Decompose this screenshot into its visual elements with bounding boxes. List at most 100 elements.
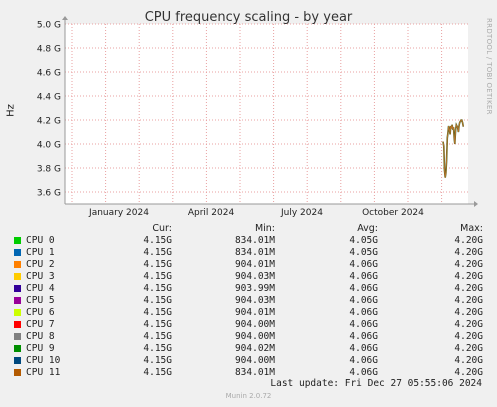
legend-min-value: 903.99M xyxy=(234,283,275,294)
y-tick-label: 4.6 G xyxy=(37,69,61,79)
legend-row: CPU 6 4.15G 904.01M 4.06G 4.20G xyxy=(0,307,497,319)
legend-max-value: 4.20G xyxy=(454,355,483,366)
legend-cur-value: 4.15G xyxy=(143,331,172,342)
legend-swatch xyxy=(14,261,21,268)
y-tick-label: 3.8 G xyxy=(37,165,61,175)
legend-label: CPU 3 xyxy=(26,271,55,282)
legend-max-value: 4.20G xyxy=(454,283,483,294)
legend-avg-value: 4.06G xyxy=(349,283,378,294)
legend-swatch xyxy=(14,357,21,364)
legend-header-avg: Avg: xyxy=(357,223,378,234)
legend-label: CPU 9 xyxy=(26,343,55,354)
y-tick-label: 4.8 G xyxy=(37,45,61,55)
legend-swatch xyxy=(14,273,21,280)
y-tick-label: 3.6 G xyxy=(37,189,61,199)
legend-label: CPU 6 xyxy=(26,307,55,318)
legend-avg-value: 4.06G xyxy=(349,295,378,306)
legend-cur-value: 4.15G xyxy=(143,343,172,354)
y-axis-ticks: 3.6 G3.8 G4.0 G4.2 G4.4 G4.6 G4.8 G5.0 G xyxy=(37,21,61,199)
legend-swatch xyxy=(14,237,21,244)
legend-avg-value: 4.06G xyxy=(349,355,378,366)
legend-header-min: Min: xyxy=(254,223,275,234)
chart-title: CPU frequency scaling - by year xyxy=(144,10,353,25)
legend-max-value: 4.20G xyxy=(454,331,483,342)
legend-min-value: 904.01M xyxy=(234,307,275,318)
legend-min-value: 904.03M xyxy=(234,271,275,282)
legend-avg-value: 4.06G xyxy=(349,319,378,330)
legend-row: CPU 1 4.15G 834.01M 4.05G 4.20G xyxy=(0,247,497,259)
x-axis-ticks: January 2024 April 2024 July 2024 October 2… xyxy=(88,208,424,218)
legend-max-value: 4.20G xyxy=(454,295,483,306)
legend-min-value: 904.00M xyxy=(234,331,275,342)
legend-min-value: 834.01M xyxy=(234,235,275,246)
legend-min-value: 834.01M xyxy=(234,367,275,378)
y-tick-label: 4.4 G xyxy=(37,93,61,103)
legend-row: CPU 10 4.15G 904.00M 4.06G 4.20G xyxy=(0,355,497,367)
legend-max-value: 4.20G xyxy=(454,343,483,354)
legend-swatch xyxy=(14,333,21,340)
legend-max-value: 4.20G xyxy=(454,259,483,270)
legend-label: CPU 4 xyxy=(26,283,55,294)
legend-row: CPU 9 4.15G 904.02M 4.06G 4.20G xyxy=(0,343,497,355)
legend-avg-value: 4.06G xyxy=(349,331,378,342)
legend-cur-value: 4.15G xyxy=(143,319,172,330)
y-tick-label: 4.2 G xyxy=(37,117,61,127)
legend-avg-value: 4.05G xyxy=(349,247,378,258)
legend-swatch xyxy=(14,285,21,292)
legend-avg-value: 4.06G xyxy=(349,271,378,282)
legend-avg-value: 4.06G xyxy=(349,307,378,318)
legend-cur-value: 4.15G xyxy=(143,259,172,270)
legend-avg-value: 4.06G xyxy=(349,343,378,354)
legend-row: CPU 0 4.15G 834.01M 4.05G 4.20G xyxy=(0,235,497,247)
x-tick-label: April 2024 xyxy=(188,208,235,218)
legend-header-cur: Cur: xyxy=(152,223,172,234)
legend-row: CPU 3 4.15G 904.03M 4.06G 4.20G xyxy=(0,271,497,283)
legend-min-value: 904.03M xyxy=(234,295,275,306)
legend-swatch xyxy=(14,249,21,256)
rrdtool-watermark: RRDTOOL / TOBI OETIKER xyxy=(485,18,493,115)
legend-swatch xyxy=(14,297,21,304)
legend-max-value: 4.20G xyxy=(454,235,483,246)
x-tick-label: January 2024 xyxy=(88,208,149,218)
chart-area: 3.6 G3.8 G4.0 G4.2 G4.4 G4.6 G4.8 G5.0 G… xyxy=(37,16,478,218)
legend-row: CPU 2 4.15G 904.01M 4.06G 4.20G xyxy=(0,259,497,271)
last-update: Last update: Fri Dec 27 05:55:06 2024 xyxy=(270,378,482,389)
legend-min-value: 904.00M xyxy=(234,319,275,330)
legend-avg-value: 4.06G xyxy=(349,367,378,378)
legend-row: CPU 8 4.15G 904.00M 4.06G 4.20G xyxy=(0,331,497,343)
x-tick-label: October 2024 xyxy=(362,208,424,218)
legend-swatch xyxy=(14,369,21,376)
legend-min-value: 904.00M xyxy=(234,355,275,366)
legend-label: CPU 11 xyxy=(26,367,61,378)
y-axis-label: Hz xyxy=(5,104,17,117)
legend-label: CPU 10 xyxy=(26,355,61,366)
legend-cur-value: 4.15G xyxy=(143,271,172,282)
legend-row: CPU 5 4.15G 904.03M 4.06G 4.20G xyxy=(0,295,497,307)
legend-min-value: 904.01M xyxy=(234,259,275,270)
legend-swatch xyxy=(14,321,21,328)
munin-version: Munin 2.0.72 xyxy=(225,392,272,400)
x-tick-label: July 2024 xyxy=(280,208,323,218)
legend-max-value: 4.20G xyxy=(454,307,483,318)
legend-cur-value: 4.15G xyxy=(143,295,172,306)
legend-cur-value: 4.15G xyxy=(143,283,172,294)
legend-header-max: Max: xyxy=(460,223,483,234)
legend-cur-value: 4.15G xyxy=(143,307,172,318)
legend-min-value: 834.01M xyxy=(234,247,275,258)
legend-max-value: 4.20G xyxy=(454,271,483,282)
legend-max-value: 4.20G xyxy=(454,247,483,258)
legend-min-value: 904.02M xyxy=(234,343,275,354)
legend-swatch xyxy=(14,309,21,316)
y-tick-label: 4.0 G xyxy=(37,141,61,151)
legend-row: CPU 4 4.15G 903.99M 4.06G 4.20G xyxy=(0,283,497,295)
legend-avg-value: 4.05G xyxy=(349,235,378,246)
legend-max-value: 4.20G xyxy=(454,319,483,330)
legend-avg-value: 4.06G xyxy=(349,259,378,270)
legend-cur-value: 4.15G xyxy=(143,367,172,378)
legend-label: CPU 8 xyxy=(26,331,55,342)
legend-row: CPU 7 4.15G 904.00M 4.06G 4.20G xyxy=(0,319,497,331)
legend-cur-value: 4.15G xyxy=(143,235,172,246)
legend-swatch xyxy=(14,345,21,352)
legend-label: CPU 1 xyxy=(26,247,55,258)
legend-cur-value: 4.15G xyxy=(143,355,172,366)
